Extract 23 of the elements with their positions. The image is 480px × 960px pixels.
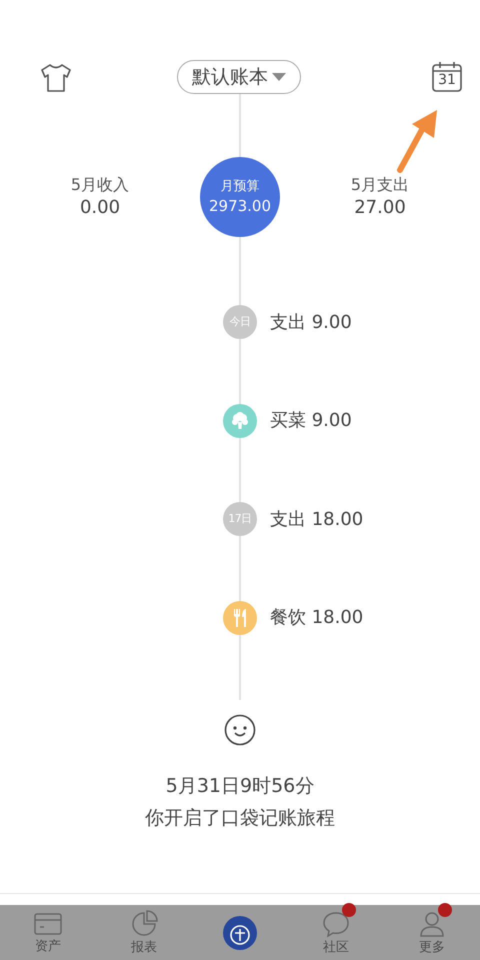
income-label: 5月收入	[70, 174, 130, 196]
broccoli-icon	[231, 412, 249, 430]
expense-label: 5月支出	[350, 174, 410, 196]
entry-text[interactable]: 餐饮 18.00	[270, 604, 364, 631]
profile-icon	[418, 910, 446, 938]
account-book-dropdown[interactable]: 默认账本	[177, 60, 301, 94]
start-message-text: 你开启了口袋记账旅程	[144, 806, 336, 830]
expense-value: 27.00	[353, 196, 407, 220]
t-shirt-icon[interactable]	[40, 64, 72, 92]
entry-text[interactable]: 买菜 9.00	[270, 407, 352, 434]
calendar-button[interactable]: 31	[431, 61, 463, 93]
pie-chart-icon	[130, 910, 158, 938]
budget-circle[interactable]: 月预算 2973.00	[200, 157, 280, 237]
entry-text[interactable]: 支出 18.00	[270, 506, 364, 532]
entry-text[interactable]: 支出 9.00	[270, 308, 352, 336]
income-value: 0.00	[78, 196, 122, 220]
wallet-icon	[33, 910, 63, 936]
chat-bubble-icon	[322, 910, 350, 938]
fork-knife-icon	[232, 608, 248, 628]
caret-icon	[272, 72, 286, 82]
smiley-icon	[224, 714, 256, 746]
start-date-text: 5月31日9时56分	[164, 774, 316, 798]
add-record-icon	[222, 914, 258, 950]
